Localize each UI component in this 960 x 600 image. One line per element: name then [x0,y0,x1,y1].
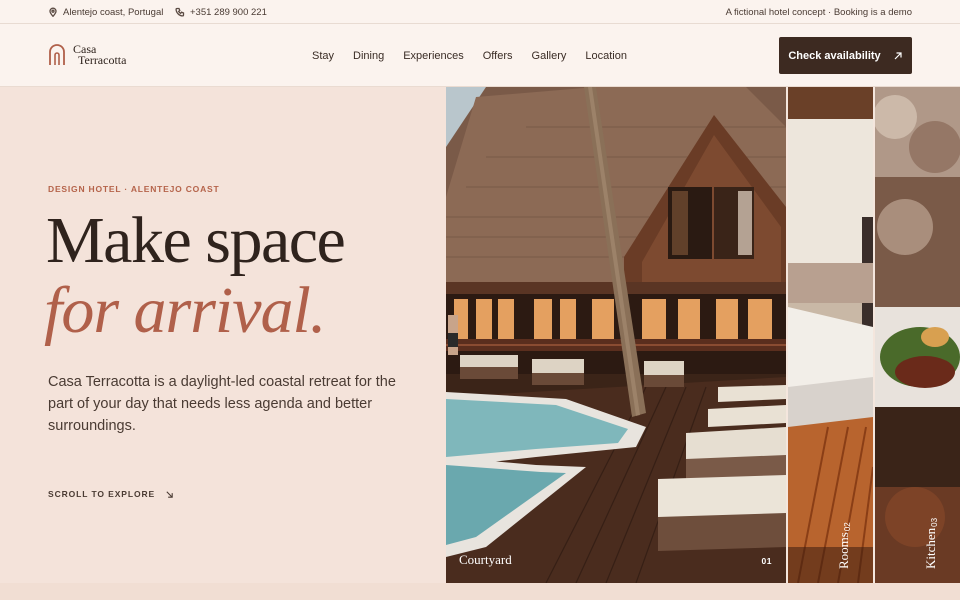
location-text: Alentejo coast, Portugal [63,6,164,18]
gallery-card-courtyard[interactable]: Courtyard 01 [446,87,786,583]
gallery-number-courtyard: 01 [761,556,772,566]
gallery-label-rooms: Rooms02 [836,522,852,569]
gallery-label-courtyard: Courtyard [459,552,512,567]
phone-text[interactable]: +351 289 900 221 [190,7,267,18]
site-header: Casa Terracotta Stay Dining Experiences … [0,24,960,87]
kitchen-number: 03 [930,517,939,527]
nav-stay[interactable]: Stay [312,50,334,62]
scroll-to-explore[interactable]: SCROLL TO EXPLORE [48,489,174,499]
phone-icon [175,7,185,17]
gallery-card-rooms[interactable]: Rooms02 [788,87,873,583]
section-divider [0,583,960,600]
logo-wordmark: Casa Terracotta [73,43,127,67]
main-nav: Stay Dining Experiences Offers Gallery L… [312,24,646,87]
check-availability-button[interactable]: Check availability [779,37,912,74]
location-info: Alentejo coast, Portugal [48,0,163,24]
utility-bar: Alentejo coast, Portugal +351 289 900 22… [0,0,960,24]
courtyard-photo [446,87,786,583]
disclaimer-text: A fictional hotel concept · Booking is a… [725,6,912,18]
nav-location[interactable]: Location [585,50,627,62]
arrow-down-right-icon [166,490,173,498]
nav-experiences[interactable]: Experiences [403,50,464,62]
hero-headline-line2: for arrival. [44,274,326,347]
gallery-label-kitchen: Kitchen03 [923,518,939,569]
arrow-up-right-icon [894,51,902,59]
rooms-photo [788,87,873,583]
logo[interactable]: Casa Terracotta [48,43,127,67]
gallery-card-kitchen[interactable]: Kitchen03 [875,87,960,583]
cta-label: Check availability [788,49,881,62]
hero-description: Casa Terracotta is a daylight-led coasta… [48,374,396,434]
arch-logo-icon [48,44,66,66]
kitchen-photo [875,87,960,583]
hero-eyebrow: DESIGN HOTEL · ALENTEJO COAST [48,184,220,194]
scroll-label: SCROLL TO EXPLORE [48,489,156,499]
nav-offers[interactable]: Offers [483,50,513,62]
logo-line2: Terracotta [78,53,127,67]
kitchen-label-text: Kitchen [923,527,938,569]
rooms-label-text: Rooms [836,532,851,569]
map-pin-icon [49,7,57,17]
rooms-number: 02 [843,522,852,532]
nav-dining[interactable]: Dining [353,50,384,62]
hero-headline-line1: Make space [46,204,346,277]
phone-info[interactable]: +351 289 900 221 [175,0,267,24]
nav-gallery[interactable]: Gallery [532,50,567,62]
